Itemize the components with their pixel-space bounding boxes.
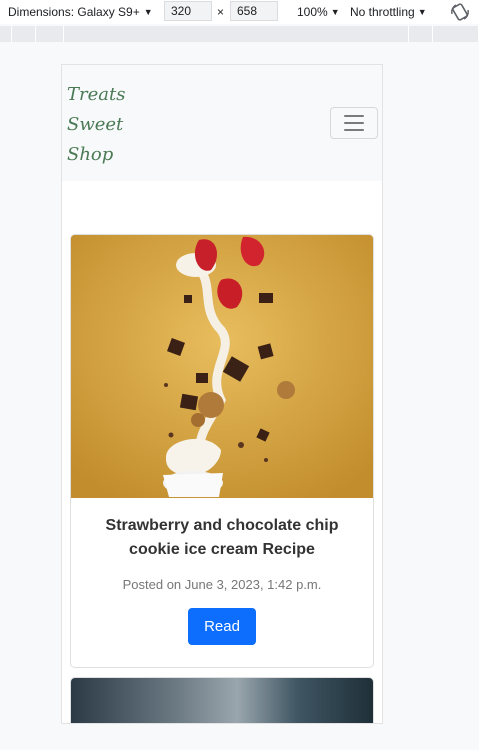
brand-line: Shop <box>67 144 114 165</box>
rotate-icon[interactable] <box>450 2 470 22</box>
media-query-ruler[interactable] <box>0 26 479 42</box>
hamburger-icon-bar <box>344 129 364 131</box>
viewport-height-input[interactable] <box>230 1 278 21</box>
post-date: Posted on June 3, 2023, 1:42 p.m. <box>122 577 322 592</box>
post-image <box>71 235 373 498</box>
zoom-label: 100% <box>297 5 328 19</box>
dimension-separator: × <box>217 5 225 19</box>
post-card: Strawberry and chocolate chip cookie ice… <box>70 234 374 668</box>
device-viewport: Treats Sweet Shop Strawberry and chocola… <box>61 64 383 724</box>
throttling-label: No throttling <box>350 5 415 19</box>
caret-down-icon: ▼ <box>143 7 153 17</box>
hamburger-icon-bar <box>344 122 364 124</box>
device-label: Dimensions: Galaxy S9+ <box>8 5 140 19</box>
read-button[interactable]: Read <box>188 608 256 645</box>
post-title[interactable]: Strawberry and chocolate chip cookie ice… <box>71 514 373 562</box>
navbar-toggler-button[interactable] <box>330 107 378 139</box>
caret-down-icon: ▼ <box>330 7 340 17</box>
hamburger-icon-bar <box>344 115 364 117</box>
post-image <box>71 678 373 723</box>
post-card <box>70 677 374 723</box>
device-selector[interactable]: Dimensions: Galaxy S9+ ▼ <box>8 5 153 19</box>
brand-line: Sweet <box>67 114 124 135</box>
brand-logo-link[interactable]: Treats Sweet Shop <box>67 80 125 170</box>
post-card-body: Strawberry and chocolate chip cookie ice… <box>71 498 373 645</box>
brand-line: Treats <box>67 84 126 105</box>
ice-cream-photo <box>71 235 373 498</box>
viewport-width-input[interactable] <box>164 1 212 21</box>
throttling-selector[interactable]: No throttling ▼ <box>350 5 427 19</box>
navbar: Treats Sweet Shop <box>62 65 382 181</box>
caret-down-icon: ▼ <box>417 7 427 17</box>
devtools-toolbar: Dimensions: Galaxy S9+ ▼ × 100% ▼ No thr… <box>0 0 479 24</box>
zoom-selector[interactable]: 100% ▼ <box>297 5 340 19</box>
